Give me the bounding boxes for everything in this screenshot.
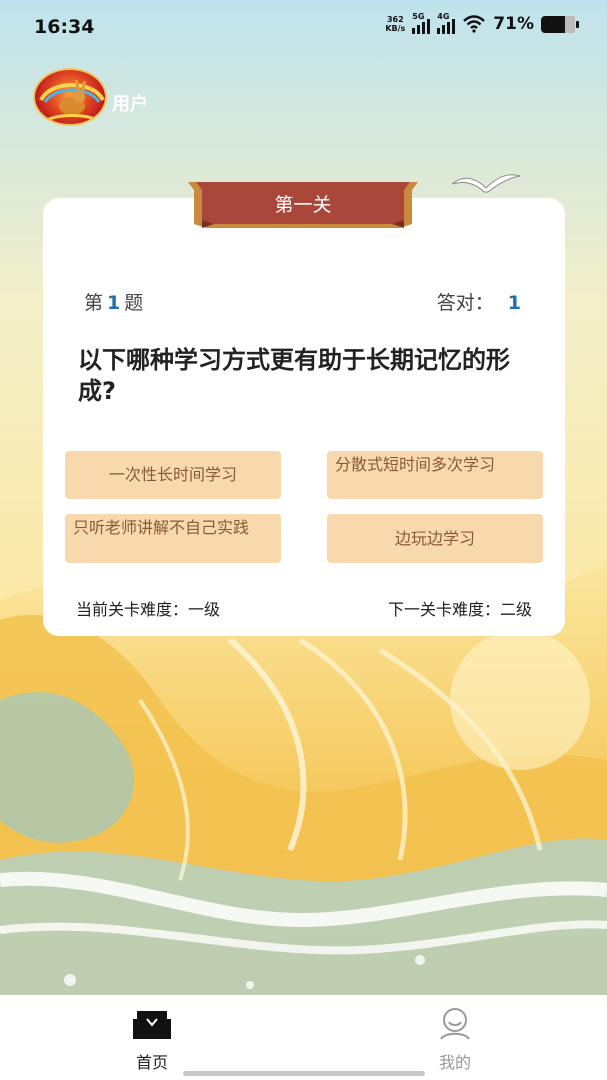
question-number-prefix: 第 (84, 292, 104, 314)
user-icon (440, 1008, 470, 1040)
correct-count-label: 答对： (436, 292, 494, 314)
correct-count-value: 1 (507, 292, 521, 314)
network-speed: 362 KB/s (385, 15, 405, 33)
current-difficulty: 当前关卡难度：一级 (76, 600, 221, 619)
wifi-icon (463, 15, 486, 33)
correct-count: 答对： 1 (437, 288, 521, 315)
avatar-rabbit-image (39, 79, 105, 122)
network-speed-unit: KB/s (385, 24, 406, 33)
answer-option-3[interactable]: 只听老师讲解不自己实践 (65, 514, 281, 563)
answer-option-4[interactable]: 边玩边学习 (327, 514, 543, 563)
answer-option-label: 一次性长时间学习 (108, 465, 237, 484)
network-speed-value: 362 (386, 15, 404, 24)
battery-percent: 71% (493, 14, 534, 34)
nav-mine[interactable]: 我的 (395, 1007, 515, 1073)
signal-4g-label: 4G (437, 12, 450, 21)
question-text: 以下哪种学习方式更有助于长期记忆的形成? (78, 346, 510, 405)
status-time: 16:34 (34, 16, 95, 38)
user-avatar[interactable] (33, 68, 107, 126)
answer-option-label: 分散式短时间多次学习 (335, 455, 496, 474)
nav-home[interactable]: 首页 (92, 1007, 212, 1073)
signal-4g-icon: 4G (437, 12, 456, 34)
answer-option-1[interactable]: 一次性长时间学习 (65, 451, 281, 499)
status-bar: 16:34 362 KB/s 5G 4G 71% (0, 0, 607, 56)
home-indicator (183, 1071, 425, 1076)
answer-option-label: 只听老师讲解不自己实践 (73, 518, 250, 537)
answer-option-2[interactable]: 分散式短时间多次学习 (327, 451, 543, 499)
nav-home-label: 首页 (135, 1053, 168, 1072)
status-icons: 362 KB/s 5G 4G 71% (385, 12, 579, 34)
question-number-suffix: 题 (124, 292, 144, 314)
home-icon (133, 1011, 171, 1039)
quiz-card (43, 198, 565, 636)
signal-5g-icon: 5G (412, 12, 431, 34)
question-number-value: 1 (107, 292, 121, 314)
question-number: 第1题 (84, 288, 143, 315)
seagull-image (451, 174, 521, 193)
level-title: 第一关 (274, 194, 332, 216)
signal-5g-label: 5G (412, 12, 425, 21)
answer-option-label: 边玩边学习 (394, 528, 475, 548)
nav-mine-label: 我的 (438, 1053, 471, 1072)
bottom-nav: 首页 我的 (0, 995, 607, 1080)
battery-icon (541, 15, 579, 33)
next-difficulty: 下一关卡难度：二级 (387, 600, 532, 619)
user-name: 用户 (112, 94, 148, 115)
